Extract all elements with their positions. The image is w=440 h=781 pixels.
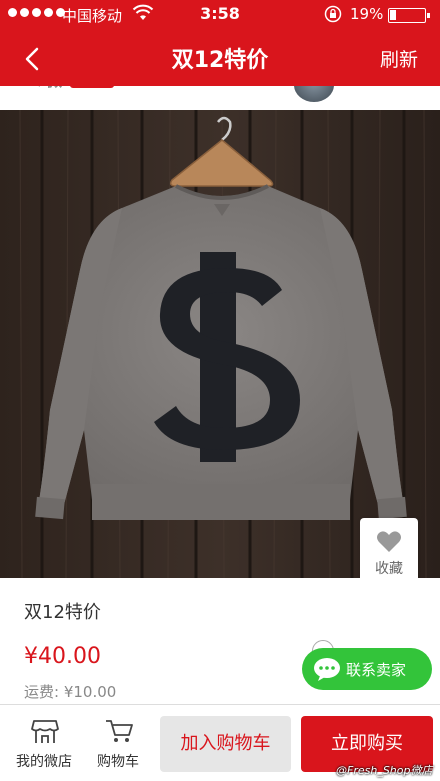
product-image[interactable] xyxy=(0,110,440,578)
page-title: 双12特价 xyxy=(171,48,269,73)
shipping-fee: 运费: ¥10.00 xyxy=(24,683,117,701)
nav-bar: 双12特价 刷新 xyxy=(0,30,440,86)
battery-icon xyxy=(388,8,430,23)
favorite-label: 收藏 xyxy=(375,561,403,577)
chevron-left-icon[interactable] xyxy=(18,44,48,74)
shop-logo: 微 xyxy=(38,86,114,90)
tab-cart-label: 购物车 xyxy=(97,754,139,770)
tab-my-shop[interactable]: 我的微店 xyxy=(6,705,82,781)
sweatshirt-dollar-image xyxy=(0,110,440,578)
contact-seller-button[interactable]: 联系卖家 xyxy=(302,648,432,690)
cart-icon xyxy=(106,720,133,742)
status-bar: 中国移动 3:58 19% xyxy=(0,0,440,30)
tab-my-shop-label: 我的微店 xyxy=(16,754,72,770)
heart-icon xyxy=(377,531,401,552)
watermark: @Fresh_Shop微店 xyxy=(336,764,433,777)
tab-cart[interactable]: 购物车 xyxy=(80,705,156,781)
refresh-button[interactable]: 刷新 xyxy=(380,45,418,72)
svg-text:微: 微 xyxy=(45,86,63,90)
add-to-cart-button[interactable]: 加入购物车 xyxy=(160,716,291,772)
avatar[interactable] xyxy=(294,86,334,102)
product-price: ¥40.00 xyxy=(24,644,101,669)
product-title: 双12特价 xyxy=(24,602,101,623)
orientation-lock-icon xyxy=(324,5,342,23)
favorite-button[interactable]: 收藏 xyxy=(360,518,418,580)
contact-seller-label: 联系卖家 xyxy=(346,661,407,679)
chat-bubble-icon xyxy=(314,658,340,681)
shop-header-strip: 微 xyxy=(0,86,440,110)
battery-percent: 19% xyxy=(350,5,384,23)
shop-icon xyxy=(31,720,59,743)
